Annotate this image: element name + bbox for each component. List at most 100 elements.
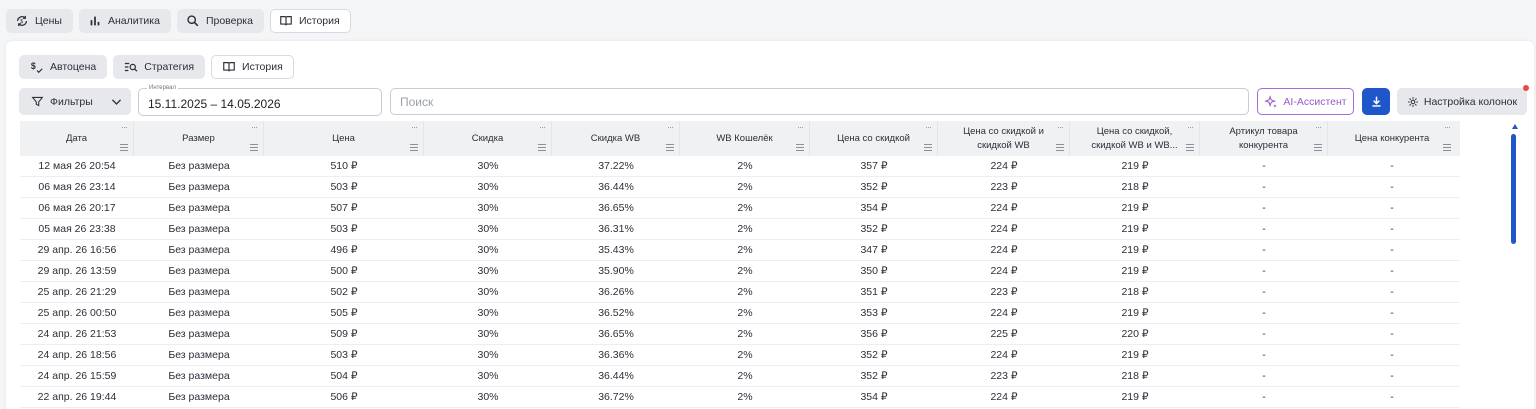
- table-row[interactable]: 06 мая 26 23:14 Без размера 503 ₽ 30% 36.44%…: [20, 177, 1460, 198]
- table-cell: 36.72%: [598, 391, 634, 403]
- column-header-text: Артикул товара: [1229, 125, 1298, 137]
- table-cell: Без размера: [168, 391, 230, 403]
- table-cell: 352 ₽: [860, 181, 888, 193]
- table-cell: Без размера: [168, 349, 230, 361]
- column-settings-button[interactable]: Настройка колонок: [1397, 85, 1529, 115]
- column-options-icon[interactable]: ···: [1057, 122, 1064, 132]
- table-cell: 2%: [737, 265, 753, 277]
- column-header-text: Дата: [65, 132, 88, 144]
- ai-assistant-button[interactable]: AI-Ассистент: [1257, 88, 1354, 115]
- column-options-icon[interactable]: ···: [925, 122, 932, 132]
- table-cell: 35.43%: [598, 244, 634, 256]
- column-header[interactable]: Скидка ···: [424, 121, 552, 156]
- table-cell: 357 ₽: [860, 160, 888, 172]
- table-body: 12 мая 26 20:54 Без размера 510 ₽ 30% 37.22%…: [20, 156, 1460, 408]
- table-row[interactable]: 12 мая 26 20:54 Без размера 510 ₽ 30% 37.22%…: [20, 156, 1460, 177]
- table-cell: Без размера: [168, 265, 230, 277]
- search-input[interactable]: [390, 88, 1249, 115]
- table-row[interactable]: 06 мая 26 20:17 Без размера 507 ₽ 30% 36.65%…: [20, 198, 1460, 219]
- top-nav: $ Цены Аналитика Проверка История: [6, 9, 351, 33]
- column-header-label: Цена конкурента: [1355, 132, 1430, 146]
- column-header[interactable]: Цена ···: [264, 121, 424, 156]
- column-menu-icon[interactable]: [120, 144, 128, 151]
- price-cycle-icon: $: [17, 15, 27, 27]
- subtab-history[interactable]: История: [211, 55, 294, 79]
- svg-text:$: $: [20, 19, 23, 25]
- download-button[interactable]: [1362, 88, 1390, 115]
- column-header[interactable]: Размер ···: [134, 121, 264, 156]
- table-cell: 505 ₽: [330, 307, 358, 319]
- column-header[interactable]: Цена со скидкой и скидкой WB ···: [938, 121, 1070, 156]
- table-cell: 352 ₽: [860, 223, 888, 235]
- scroll-up-arrow[interactable]: [1512, 124, 1518, 129]
- column-options-icon[interactable]: ···: [539, 122, 546, 132]
- interval-field[interactable]: Интервал 15.11.2025 – 14.05.2026: [138, 84, 382, 116]
- vertical-scrollbar[interactable]: [1511, 134, 1516, 244]
- column-options-icon[interactable]: ···: [1187, 122, 1194, 132]
- table-cell: 500 ₽: [330, 265, 358, 277]
- column-options-icon[interactable]: ···: [411, 122, 418, 132]
- table-cell: 2%: [737, 307, 753, 319]
- table-row[interactable]: 25 апр. 26 21:29 Без размера 502 ₽ 30% 36.26…: [20, 282, 1460, 303]
- column-menu-icon[interactable]: [410, 144, 418, 151]
- table-cell: 30%: [477, 307, 499, 319]
- column-options-icon[interactable]: ···: [797, 122, 804, 132]
- column-header[interactable]: Артикул товара конкурента ···: [1200, 121, 1328, 156]
- column-header-text: Цена со скидкой,: [1096, 125, 1173, 137]
- book-icon: [223, 62, 235, 72]
- table-cell: 05 мая 26 23:38: [38, 223, 116, 235]
- table-row[interactable]: 24 апр. 26 18:56 Без размера 503 ₽ 30% 36.36…: [20, 345, 1460, 366]
- column-options-icon[interactable]: ···: [121, 122, 128, 132]
- column-menu-icon[interactable]: [1186, 144, 1194, 151]
- table-cell: 510 ₽: [330, 160, 358, 172]
- column-header[interactable]: Дата ···: [20, 121, 134, 156]
- subtab-autoprice[interactable]: $ Автоцена: [19, 55, 108, 79]
- table-cell: -: [1390, 286, 1394, 298]
- column-header-text: Цена со скидкой и: [963, 125, 1044, 137]
- column-menu-icon[interactable]: [1314, 144, 1322, 151]
- table-cell: 36.44%: [598, 370, 634, 382]
- column-menu-icon[interactable]: [1056, 144, 1064, 151]
- table-row[interactable]: 29 апр. 26 16:56 Без размера 496 ₽ 30% 35.43…: [20, 240, 1460, 261]
- sub-nav: $ Автоцена Стратегия История: [19, 55, 294, 79]
- table-cell: -: [1390, 391, 1394, 403]
- tab-prices[interactable]: $ Цены: [6, 9, 73, 33]
- table-cell: Без размера: [168, 181, 230, 193]
- column-menu-icon[interactable]: [924, 144, 932, 151]
- table-cell: 30%: [477, 349, 499, 361]
- column-menu-icon[interactable]: [250, 144, 258, 151]
- column-header[interactable]: Цена со скидкой ···: [810, 121, 938, 156]
- table-cell: 224 ₽: [990, 244, 1018, 256]
- column-header[interactable]: Цена со скидкой, скидкой WB и WB... ···: [1070, 121, 1200, 156]
- column-header[interactable]: Цена конкурента ···: [1328, 121, 1456, 156]
- column-options-icon[interactable]: ···: [251, 122, 258, 132]
- subtab-strategy-label: Стратегия: [144, 61, 195, 73]
- column-options-icon[interactable]: ···: [1315, 122, 1322, 132]
- column-menu-icon[interactable]: [796, 144, 804, 151]
- table-cell: 36.26%: [598, 286, 634, 298]
- table-row[interactable]: 05 мая 26 23:38 Без размера 503 ₽ 30% 36.31%…: [20, 219, 1460, 240]
- table-row[interactable]: 29 апр. 26 13:59 Без размера 500 ₽ 30% 35.90…: [20, 261, 1460, 282]
- table-cell: 507 ₽: [330, 202, 358, 214]
- table-row[interactable]: 25 апр. 26 00:50 Без размера 505 ₽ 30% 36.52…: [20, 303, 1460, 324]
- column-header[interactable]: Скидка WB ···: [552, 121, 680, 156]
- column-options-icon[interactable]: ···: [1444, 122, 1451, 132]
- filters-button[interactable]: Фильтры: [19, 88, 131, 115]
- column-header[interactable]: WB Кошелёк ···: [680, 121, 810, 156]
- table-row[interactable]: 24 апр. 26 15:59 Без размера 504 ₽ 30% 36.44…: [20, 366, 1460, 387]
- column-menu-icon[interactable]: [666, 144, 674, 151]
- table-cell: -: [1262, 160, 1266, 172]
- table-cell: 224 ₽: [990, 160, 1018, 172]
- column-options-icon[interactable]: ···: [667, 122, 674, 132]
- subtab-strategy[interactable]: Стратегия: [113, 55, 206, 79]
- tab-analytics[interactable]: Аналитика: [78, 9, 171, 33]
- table-row[interactable]: 22 апр. 26 19:44 Без размера 506 ₽ 30% 36.72…: [20, 387, 1460, 408]
- tab-check[interactable]: Проверка: [176, 9, 264, 33]
- table-cell: 30%: [477, 202, 499, 214]
- column-menu-icon[interactable]: [538, 144, 546, 151]
- table-cell: 223 ₽: [990, 370, 1018, 382]
- table-cell: -: [1390, 328, 1394, 340]
- table-row[interactable]: 24 апр. 26 21:53 Без размера 509 ₽ 30% 36.65…: [20, 324, 1460, 345]
- tab-history[interactable]: История: [269, 9, 351, 33]
- column-menu-icon[interactable]: [1443, 144, 1451, 151]
